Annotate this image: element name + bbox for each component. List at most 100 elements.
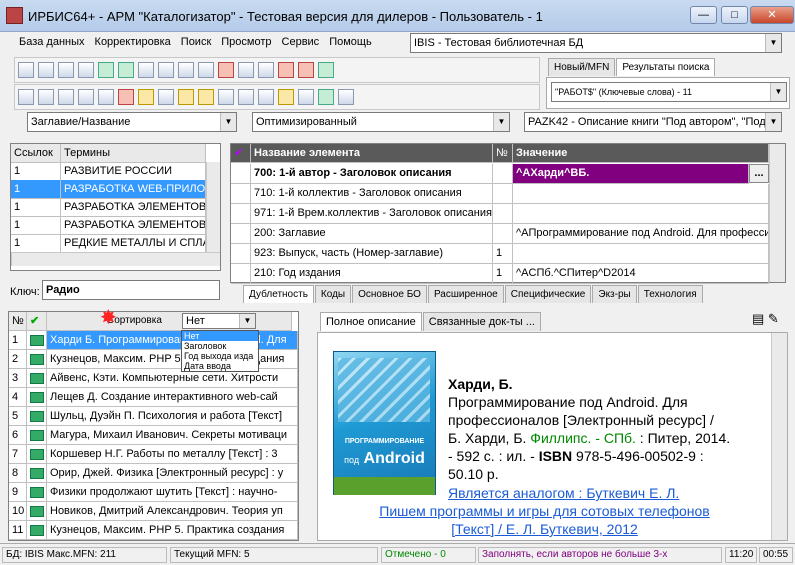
result-row-title[interactable]: Харди Б. Программирование под Android. Д… xyxy=(47,331,298,350)
tab-field-1[interactable]: Коды xyxy=(314,285,352,303)
search-result-select[interactable]: "РАБОТ$" (Ключевые слова) - 11 ▼ xyxy=(551,82,787,102)
tab-field-4[interactable]: Специфические xyxy=(504,285,592,303)
field-row-name[interactable]: 923: Выпуск, часть (Номер-заглавие) xyxy=(251,244,493,264)
format-select[interactable]: PAZK42 - Описание книги "Под автором", "… xyxy=(524,112,782,132)
menu-help[interactable]: Помощь xyxy=(324,33,377,51)
check-all-icon[interactable]: ✔ xyxy=(27,312,47,331)
result-row-title[interactable]: Кузнецов, Максим. PHP 5. Практика создан… xyxy=(47,350,298,369)
database-select[interactable]: IBIS - Тестовая библиотечная БД ▼ xyxy=(410,33,782,53)
tab-field-5[interactable]: Экз-ры xyxy=(592,285,637,303)
edit-icon[interactable] xyxy=(198,62,214,78)
dictionary-select[interactable]: Заглавие/Название ▼ xyxy=(27,112,237,132)
tab-field-6[interactable]: Технология xyxy=(637,285,703,303)
doc-icon[interactable] xyxy=(258,89,274,105)
close-button[interactable]: ✕ xyxy=(750,6,794,24)
field-row-value[interactable]: ^AСПб.^CПитер^D2014 xyxy=(513,264,769,284)
insert-icon[interactable] xyxy=(138,62,154,78)
tool-c-icon[interactable] xyxy=(58,89,74,105)
col-header-element[interactable]: Название элемента xyxy=(251,144,493,163)
field-row-value[interactable] xyxy=(513,244,769,264)
result-row-title[interactable]: Магура, Михаил Иванович. Секреты мотивац… xyxy=(47,426,298,445)
result-row-title[interactable]: Шульц, Дуэйн П. Психология и работа [Тек… xyxy=(47,407,298,426)
terms-row-count[interactable]: 1 xyxy=(11,180,61,199)
undo-icon[interactable] xyxy=(58,62,74,78)
mode-select[interactable]: Оптимизированный ▼ xyxy=(252,112,510,132)
tool-b-icon[interactable] xyxy=(38,89,54,105)
terms-row-term[interactable]: РАЗРАБОТКА ЭЛЕМЕНТОВ xyxy=(61,216,206,235)
print-preview-icon[interactable] xyxy=(238,89,254,105)
terms-row-term[interactable]: РАЗРАБОТКА WEB-ПРИЛОЖ xyxy=(61,180,206,199)
import-icon[interactable] xyxy=(238,62,254,78)
col-header-value[interactable]: Значение xyxy=(513,144,769,163)
col-header-links[interactable]: Ссылок xyxy=(11,144,61,163)
folder-icon[interactable] xyxy=(278,89,294,105)
tab-field-2[interactable]: Основное БО xyxy=(352,285,427,303)
excel-icon[interactable] xyxy=(318,89,334,105)
fields-scrollbar[interactable] xyxy=(769,144,785,282)
delete-icon[interactable] xyxy=(218,62,234,78)
related-link[interactable]: Пишем программы и игры для сотовых телеф… xyxy=(318,503,771,519)
field-row-value[interactable]: ^AПрограммирование под Android. Для проф… xyxy=(513,224,769,244)
field-row-name[interactable]: 710: 1-й коллектив - Заголовок описания xyxy=(251,184,493,204)
tool-d-icon[interactable] xyxy=(78,89,94,105)
field-row-name[interactable]: 700: 1-й автор - Заголовок описания xyxy=(251,164,493,184)
sort-option[interactable]: Год выхода изда xyxy=(182,351,258,361)
menu-service[interactable]: Сервис xyxy=(277,33,325,51)
field-row-name[interactable]: 210: Год издания xyxy=(251,264,493,284)
terms-row-count[interactable]: 1 xyxy=(11,162,61,181)
copy-icon[interactable] xyxy=(78,62,94,78)
clipboard-icon[interactable] xyxy=(198,89,214,105)
brush-icon[interactable] xyxy=(138,89,154,105)
field-row-name[interactable]: 971: 1-й Врем.коллектив - Заголовок опис… xyxy=(251,204,493,224)
col-header-num[interactable]: № xyxy=(493,144,513,163)
menu-search[interactable]: Поиск xyxy=(176,33,216,51)
terms-row-count[interactable]: 1 xyxy=(11,234,61,253)
result-row-title[interactable]: Лещев Д. Создание интерактивного web-сай xyxy=(47,388,298,407)
terms-scrollbar[interactable] xyxy=(206,162,220,252)
result-row-title[interactable]: Орир, Джей. Физика [Электронный ресурс] … xyxy=(47,464,298,483)
field-row-name[interactable]: 200: Заглавие xyxy=(251,224,493,244)
terms-row-count[interactable]: 1 xyxy=(11,198,61,217)
list-icon[interactable] xyxy=(158,62,174,78)
link-icon[interactable] xyxy=(158,89,174,105)
result-row-title[interactable]: Физики продолжают шутить [Текст] : научн… xyxy=(47,483,298,502)
tab-linked-docs[interactable]: Связанные док-ты ... xyxy=(422,312,541,331)
terms-hscrollbar[interactable] xyxy=(11,252,220,266)
field-row-value[interactable]: ^AХарди^BБ. xyxy=(513,164,749,184)
sort-option[interactable]: Нет xyxy=(182,331,258,341)
key-input[interactable]: Радио xyxy=(42,280,220,300)
view-icons[interactable]: ▤ ✎ xyxy=(752,311,788,327)
ellipsis-button[interactable]: ... xyxy=(749,164,769,183)
report-icon[interactable] xyxy=(298,89,314,105)
terms-row-count[interactable]: 1 xyxy=(11,216,61,235)
next-arrow-icon[interactable] xyxy=(118,62,134,78)
save-icon[interactable] xyxy=(38,62,54,78)
menu-database[interactable]: База данных xyxy=(14,33,90,51)
terms-row-term[interactable]: РАЗВИТИЕ РОССИИ xyxy=(61,162,206,181)
analog-link[interactable]: Является аналогом : Буткевич Е. Л. xyxy=(448,485,679,501)
tab-new-mfn[interactable]: Новый/MFN xyxy=(548,58,616,76)
minimize-button[interactable]: — xyxy=(690,6,717,24)
result-row-title[interactable]: Кузнецов, Максим. PHP 5. Практика создан… xyxy=(47,521,298,540)
new-record-icon[interactable] xyxy=(18,62,34,78)
field-row-value[interactable] xyxy=(513,204,769,224)
result-row-title[interactable]: Новиков, Дмитрий Александрович. Теория у… xyxy=(47,502,298,521)
tab-full-description[interactable]: Полное описание xyxy=(320,312,422,331)
sort-select[interactable]: Нет ▼ xyxy=(182,313,256,329)
result-row-title[interactable]: Айвенс, Кэти. Компьютерные сети. Хитрост… xyxy=(47,369,298,388)
paste-icon[interactable] xyxy=(178,89,194,105)
eraser-icon[interactable] xyxy=(118,89,134,105)
settings-icon[interactable] xyxy=(338,89,354,105)
related-link-2[interactable]: [Текст] / Е. Л. Буткевич, 2012 xyxy=(318,521,771,537)
terms-row-term[interactable]: РАЗРАБОТКА ЭЛЕМЕНТОВ xyxy=(61,198,206,217)
tool-e-icon[interactable] xyxy=(98,89,114,105)
format-icon[interactable] xyxy=(178,62,194,78)
tab-search-results[interactable]: Результаты поиска xyxy=(616,58,716,76)
tool-a-icon[interactable] xyxy=(18,89,34,105)
z3950-icon[interactable] xyxy=(298,62,314,78)
prev-arrow-icon[interactable] xyxy=(98,62,114,78)
print-icon[interactable] xyxy=(218,89,234,105)
export-icon[interactable] xyxy=(258,62,274,78)
tools-icon[interactable] xyxy=(278,62,294,78)
description-scrollbar[interactable] xyxy=(771,333,787,540)
